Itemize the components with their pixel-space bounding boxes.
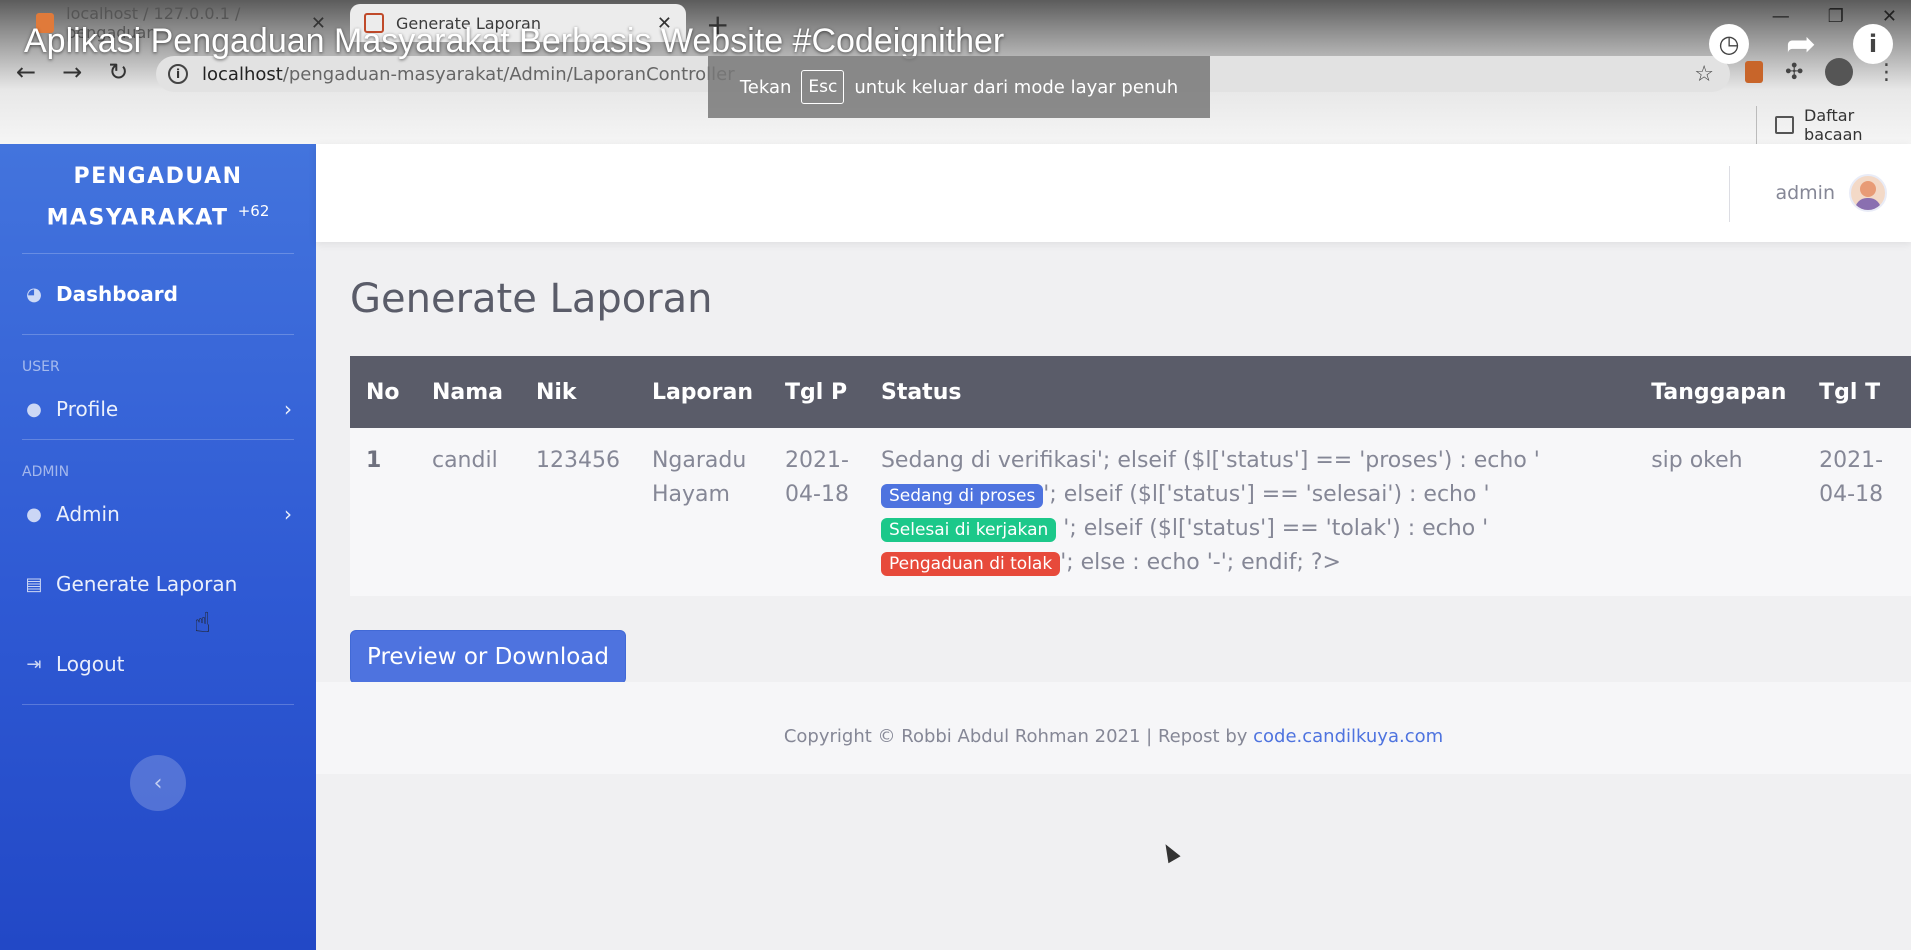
user-icon: ●	[26, 398, 42, 420]
cell-no: 1	[350, 428, 416, 596]
sidebar-heading-user: USER	[22, 359, 60, 376]
sidebar-divider	[22, 704, 294, 706]
info-icon[interactable]: i	[1853, 24, 1893, 64]
column-header: Tgl P	[769, 356, 865, 428]
column-header: Tgl T	[1803, 356, 1911, 428]
page-title: Generate Laporan	[350, 276, 713, 322]
column-header: No	[350, 356, 416, 428]
status-badge-selesai: Selesai di kerjakan	[880, 518, 1057, 542]
status-badge-proses: Sedang di proses	[880, 484, 1044, 508]
toast-text-before: Tekan	[739, 76, 792, 98]
topbar-divider	[1729, 166, 1730, 222]
browser-nav: ← → ↻	[16, 58, 128, 86]
column-header: Status	[864, 356, 1636, 428]
sidebar-item-logout[interactable]: ⇥ Logout	[0, 624, 316, 704]
reading-list-icon	[1775, 116, 1795, 134]
status-text: '; else : echo '-'; endif; ?>	[1060, 550, 1341, 575]
video-overlay-icons: ◷ ➦ i	[1709, 24, 1893, 65]
forward-icon[interactable]: →	[62, 58, 82, 86]
status-text: Sedang di verifikasi'; elseif ($l['statu…	[880, 448, 1540, 473]
status-text: '; elseif ($l['status'] == 'selesai') : …	[1043, 482, 1490, 507]
bookmark-star-icon[interactable]: ☆	[1694, 62, 1714, 87]
reading-list-label: Daftar bacaan	[1804, 106, 1863, 144]
reading-list[interactable]: Daftar bacaan	[1756, 106, 1911, 144]
sidebar-heading-admin: ADMIN	[22, 464, 70, 481]
hand-cursor-icon: ☝	[194, 606, 212, 639]
site-info-icon[interactable]: i	[168, 64, 188, 84]
share-icon[interactable]: ➦	[1781, 24, 1821, 65]
fullscreen-toast: Tekan Esc untuk keluar dari mode layar p…	[708, 56, 1210, 118]
sidebar-item-label: Generate Laporan	[56, 572, 238, 597]
footer-link[interactable]: code.candilkuya.com	[1253, 726, 1443, 747]
table-row: 1 candil 123456 Ngaradu Hayam 2021-04-18…	[350, 428, 1911, 596]
brand-line1: PENGADUAN	[73, 164, 243, 189]
chevron-left-icon: ‹	[153, 770, 163, 796]
url-host: localhost	[202, 63, 283, 85]
topbar: admin	[316, 144, 1911, 242]
cell-nama: candil	[415, 428, 520, 596]
preview-download-button[interactable]: Preview or Download	[350, 630, 626, 684]
cell-tanggapan: sip okeh	[1635, 428, 1804, 596]
extension-icon[interactable]	[1745, 61, 1763, 83]
cell-status: Sedang di verifikasi'; elseif ($l['statu…	[864, 428, 1636, 596]
brand-line2: MASYARAKAT	[46, 205, 229, 231]
reload-icon[interactable]: ↻	[108, 58, 128, 86]
sidebar-item-label: Admin	[56, 502, 120, 527]
column-header: Nama	[415, 356, 520, 428]
cell-nik: 123456	[519, 428, 636, 596]
table-header-row: No Nama Nik Laporan Tgl P Status Tanggap…	[350, 356, 1911, 428]
cell-tgl-t: 2021-04-18	[1803, 428, 1911, 596]
sidebar-item-label: Profile	[56, 397, 119, 422]
user-cog-icon: ●	[26, 503, 42, 525]
column-header: Laporan	[635, 356, 770, 428]
sidebar-item-label: Logout	[56, 652, 125, 677]
cell-laporan: Ngaradu Hayam	[635, 428, 770, 596]
avatar	[1849, 174, 1887, 212]
browser-chrome: localhost / 127.0.0.1 / pengaduan ✕ Gene…	[0, 0, 1911, 144]
main-content: Generate Laporan No Nama Nik Laporan Tgl…	[316, 242, 1911, 950]
sidebar-item-dashboard[interactable]: ◕ Dashboard	[0, 254, 316, 334]
user-dropdown[interactable]: admin	[1775, 174, 1887, 212]
sidebar-item-generate-laporan[interactable]: ▤ Generate Laporan	[0, 544, 316, 624]
sidebar-item-profile[interactable]: ● Profile ›	[0, 379, 316, 439]
url-path: /pengaduan-masyarakat/Admin/LaporanContr…	[282, 63, 735, 85]
sidebar-toggle-button[interactable]: ‹	[130, 755, 186, 811]
column-header: Nik	[519, 356, 636, 428]
chevron-right-icon: ›	[284, 502, 292, 527]
footer-text: Copyright © Robbi Abdul Rohman 2021 | Re…	[783, 726, 1254, 747]
sidebar-brand[interactable]: PENGADUAN MASYARAKAT +62	[0, 144, 316, 235]
sign-out-icon: ⇥	[26, 653, 42, 675]
status-badge-tolak: Pengaduan di tolak	[880, 552, 1061, 576]
sidebar-item-admin[interactable]: ● Admin ›	[0, 484, 316, 544]
username: admin	[1775, 182, 1835, 204]
sidebar-item-label: Dashboard	[56, 282, 178, 307]
cell-tgl-p: 2021-04-18	[769, 428, 865, 596]
column-header: Tanggapan	[1635, 356, 1804, 428]
sidebar: PENGADUAN MASYARAKAT +62 ◕ Dashboard USE…	[0, 144, 316, 950]
back-icon[interactable]: ←	[16, 58, 36, 86]
chevron-right-icon: ›	[284, 397, 292, 422]
report-table: No Nama Nik Laporan Tgl P Status Tanggap…	[350, 356, 1911, 596]
clock-icon[interactable]: ◷	[1709, 24, 1749, 64]
esc-key: Esc	[801, 70, 845, 104]
file-pdf-icon: ▤	[25, 573, 43, 595]
tachometer-icon: ◕	[26, 283, 42, 305]
brand-sup: +62	[237, 202, 270, 220]
toast-text-after: untuk keluar dari mode layar penuh	[854, 76, 1179, 98]
status-text: '; elseif ($l['status'] == 'tolak') : ec…	[1063, 516, 1489, 541]
footer: Copyright © Robbi Abdul Rohman 2021 | Re…	[316, 682, 1911, 774]
